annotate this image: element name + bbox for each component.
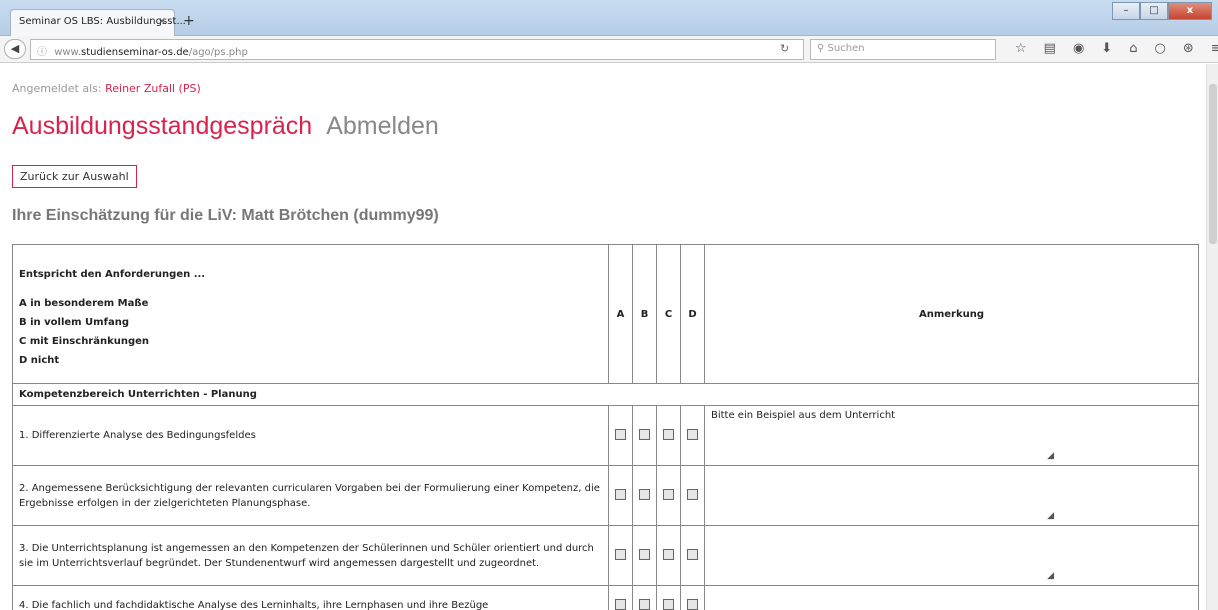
search-icon: ⚲ bbox=[817, 43, 825, 54]
search-input[interactable]: ⚲ Suchen bbox=[810, 39, 996, 60]
addon-icon[interactable]: ⊛ bbox=[1183, 41, 1194, 56]
login-user[interactable]: Reiner Zufall (PS) bbox=[105, 82, 201, 95]
radio-b[interactable] bbox=[632, 405, 657, 466]
close-tab-icon[interactable]: × bbox=[158, 16, 166, 27]
home-icon[interactable]: ⌂ bbox=[1129, 41, 1137, 56]
assessment-table: Entspricht den Anforderungen ... A in be… bbox=[12, 244, 1199, 610]
remark-textarea[interactable]: Bitte ein Beispiel aus dem Unterricht ◢ bbox=[704, 405, 1199, 466]
window-controls: – □ x bbox=[1112, 2, 1212, 20]
table-header-row: Entspricht den Anforderungen ... A in be… bbox=[12, 244, 1199, 384]
remark-textarea[interactable]: ◢ bbox=[704, 465, 1199, 526]
radio-d[interactable] bbox=[680, 405, 705, 466]
radio-c[interactable] bbox=[656, 585, 681, 610]
section-row: Kompetenzbereich Unterrichten - Planung bbox=[12, 383, 1199, 406]
maximize-button[interactable]: □ bbox=[1140, 2, 1168, 20]
info-icon[interactable]: ⓘ bbox=[37, 47, 47, 58]
new-tab-button[interactable]: + bbox=[183, 13, 195, 29]
table-row: 1. Differenzierte Analyse des Bedingungs… bbox=[12, 405, 1199, 466]
remark-textarea[interactable]: ◢ bbox=[704, 525, 1199, 586]
table-row: 4. Die fachlich und fachdidaktische Anal… bbox=[12, 585, 1199, 610]
pocket-icon[interactable]: ◉ bbox=[1073, 41, 1084, 56]
criterion-text: 3. Die Unterrichtsplanung ist angemessen… bbox=[12, 525, 609, 586]
login-status: Angemeldet als: Reiner Zufall (PS) bbox=[12, 82, 201, 95]
criterion-text: 1. Differenzierte Analyse des Bedingungs… bbox=[12, 405, 609, 466]
url-bar[interactable]: ⓘ www.studienseminar-os.de/ago/ps.php bbox=[30, 39, 804, 60]
login-label: Angemeldet als: bbox=[12, 82, 102, 95]
table-row: 2. Angemessene Berücksichtigung der rele… bbox=[12, 465, 1199, 526]
reload-icon[interactable]: ↻ bbox=[780, 42, 789, 55]
assessment-subtitle: Ihre Einschätzung für die LiV: Matt Bröt… bbox=[12, 207, 439, 224]
table-row: 3. Die Unterrichtsplanung ist angemessen… bbox=[12, 525, 1199, 586]
page-scrollbar[interactable] bbox=[1206, 64, 1218, 610]
radio-b[interactable] bbox=[632, 525, 657, 586]
browser-tab[interactable]: Seminar OS LBS: Ausbildungsst... × bbox=[10, 9, 186, 36]
back-to-selection-button[interactable]: Zurück zur Auswahl bbox=[12, 165, 137, 188]
radio-b[interactable] bbox=[632, 585, 657, 610]
back-arrow-icon[interactable]: ◀ bbox=[4, 39, 26, 59]
radio-a[interactable] bbox=[608, 405, 633, 466]
download-icon[interactable]: ⬇ bbox=[1101, 41, 1112, 56]
radio-d[interactable] bbox=[680, 585, 705, 610]
navigation-bar: ◀ ⓘ www.studienseminar-os.de/ago/ps.php … bbox=[0, 36, 1218, 63]
radio-c[interactable] bbox=[656, 465, 681, 526]
legend-level-d: D nicht bbox=[19, 354, 60, 366]
scrollbar-thumb[interactable] bbox=[1209, 84, 1217, 244]
resize-handle-icon[interactable]: ◢ bbox=[1047, 511, 1054, 521]
legend-level-c: C mit Einschränkungen bbox=[19, 335, 150, 347]
page-heading: Ausbildungsstandgespräch Abmelden bbox=[12, 112, 439, 141]
search-placeholder: Suchen bbox=[827, 43, 865, 54]
col-header-d: D bbox=[680, 244, 705, 384]
col-header-c: C bbox=[656, 244, 681, 384]
legend-title: Entspricht den Anforderungen ... bbox=[19, 268, 206, 280]
col-header-b: B bbox=[632, 244, 657, 384]
bookmark-star-icon[interactable]: ☆ bbox=[1015, 41, 1027, 56]
radio-c[interactable] bbox=[656, 525, 681, 586]
window-titlebar: Seminar OS LBS: Ausbildungsst... × + – □… bbox=[0, 0, 1218, 36]
radio-a[interactable] bbox=[608, 525, 633, 586]
resize-handle-icon[interactable]: ◢ bbox=[1047, 451, 1054, 461]
radio-d[interactable] bbox=[680, 525, 705, 586]
url-host: studienseminar-os.de bbox=[80, 47, 189, 58]
legend-level-a: A in besonderem Maße bbox=[19, 297, 149, 309]
radio-c[interactable] bbox=[656, 405, 681, 466]
page-title: Ausbildungsstandgespräch bbox=[12, 112, 313, 140]
col-header-a: A bbox=[608, 244, 633, 384]
chat-icon[interactable]: ○ bbox=[1154, 41, 1165, 56]
toolbar-icons: ☆ ▤ ◉ ⬇ ⌂ ○ ⊛ ≡ bbox=[1015, 41, 1218, 56]
section-title: Kompetenzbereich Unterrichten - Planung bbox=[12, 383, 1199, 406]
close-window-button[interactable]: x bbox=[1168, 2, 1212, 20]
radio-a[interactable] bbox=[608, 585, 633, 610]
bookmarks-library-icon[interactable]: ▤ bbox=[1044, 41, 1056, 56]
menu-icon[interactable]: ≡ bbox=[1211, 41, 1218, 56]
url-path: /ago/ps.php bbox=[188, 47, 248, 58]
criterion-text: 4. Die fachlich und fachdidaktische Anal… bbox=[12, 585, 609, 610]
logout-link[interactable]: Abmelden bbox=[326, 112, 439, 140]
page-content: Angemeldet als: Reiner Zufall (PS) Ausbi… bbox=[0, 64, 1206, 610]
col-header-remark: Anmerkung bbox=[704, 244, 1199, 384]
remark-text: Bitte ein Beispiel aus dem Unterricht bbox=[711, 410, 896, 421]
criterion-text: 2. Angemessene Berücksichtigung der rele… bbox=[12, 465, 609, 526]
legend-cell: Entspricht den Anforderungen ... A in be… bbox=[12, 244, 609, 384]
radio-b[interactable] bbox=[632, 465, 657, 526]
resize-handle-icon[interactable]: ◢ bbox=[1047, 571, 1054, 581]
radio-d[interactable] bbox=[680, 465, 705, 526]
legend-level-b: B in vollem Umfang bbox=[19, 316, 129, 328]
minimize-button[interactable]: – bbox=[1112, 2, 1140, 20]
radio-a[interactable] bbox=[608, 465, 633, 526]
remark-textarea[interactable] bbox=[704, 585, 1199, 610]
url-prefix: www. bbox=[54, 47, 81, 58]
